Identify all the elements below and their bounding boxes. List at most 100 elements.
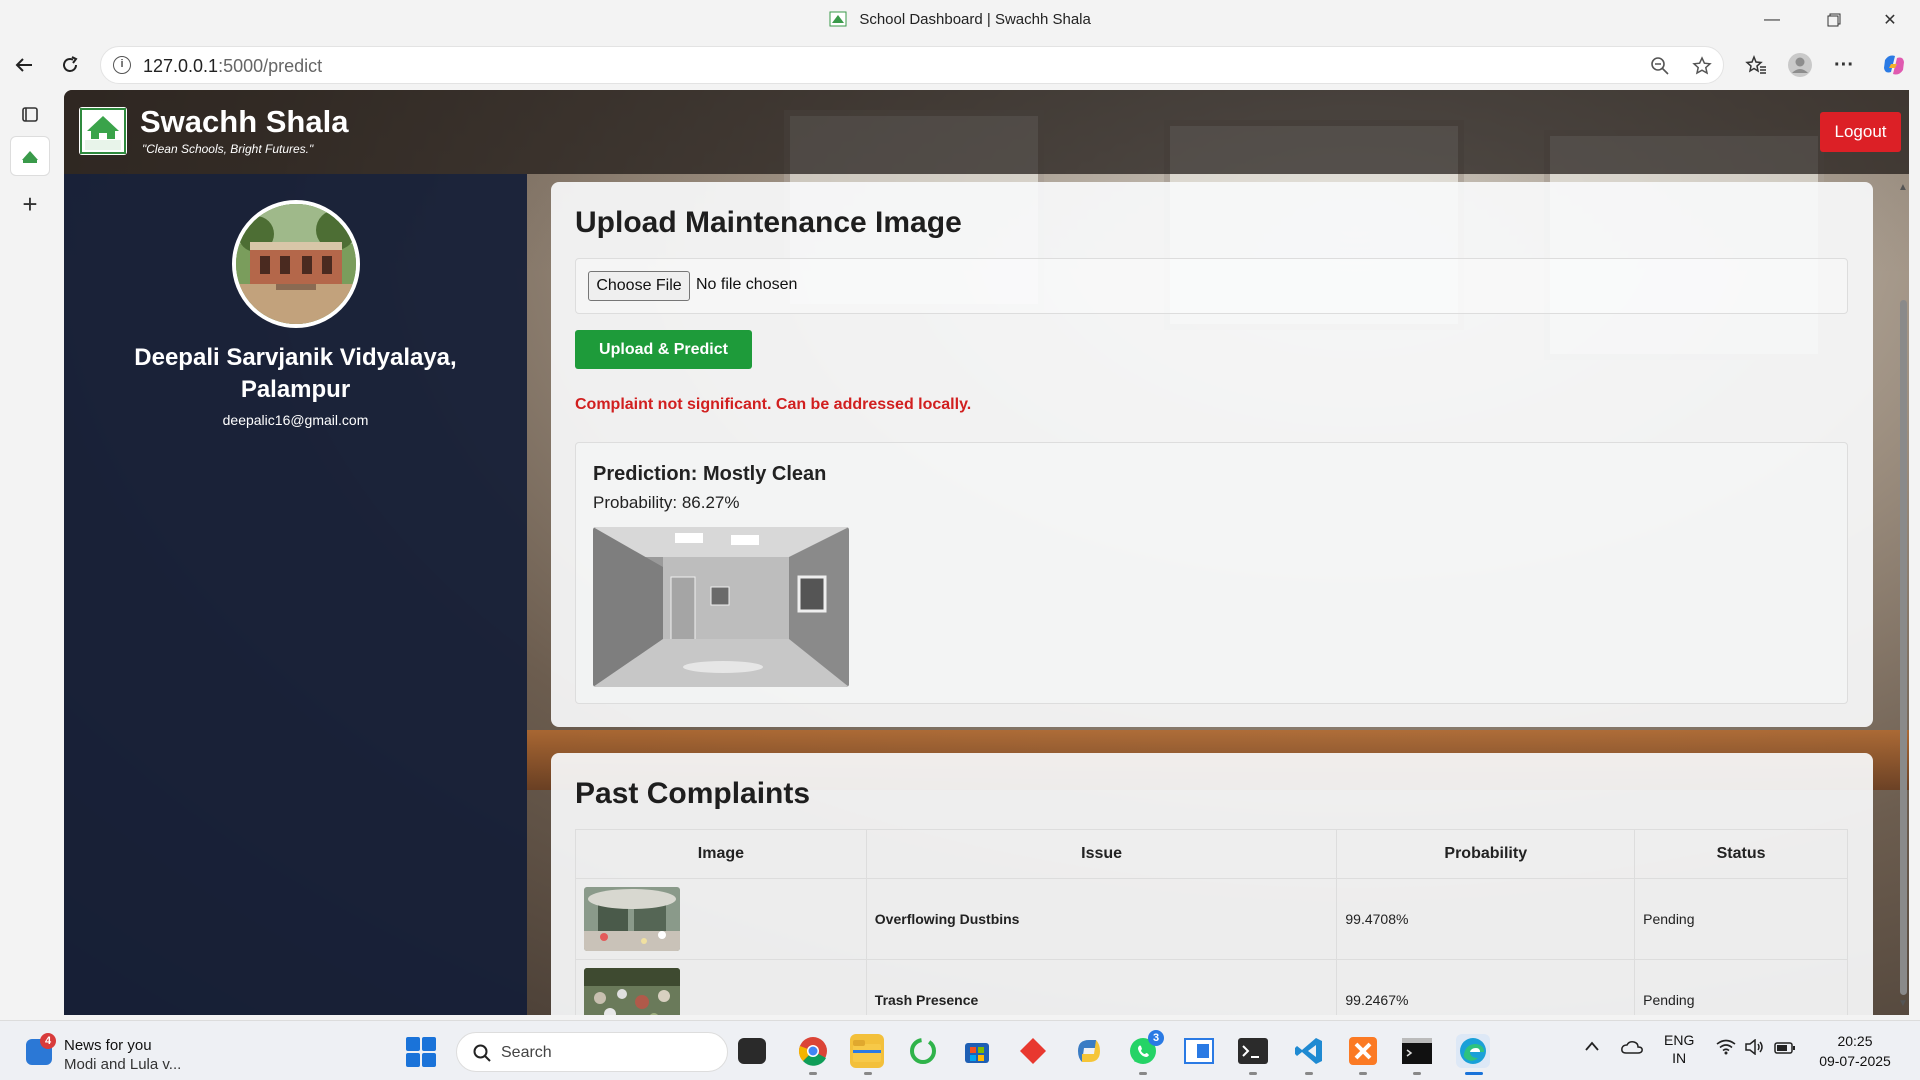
column-header-status: Status bbox=[1634, 829, 1848, 879]
tab-actions-icon[interactable] bbox=[10, 94, 50, 134]
complaint-image-cell bbox=[575, 878, 867, 960]
show-hidden-icons[interactable] bbox=[1584, 1039, 1600, 1055]
school-name: Deepali Sarvjanik Vidyalaya, Palampur bbox=[64, 342, 527, 406]
clock-date: 09-07-2025 bbox=[1819, 1053, 1891, 1069]
page-viewport: Swachh Shala "Clean Schools, Bright Futu… bbox=[64, 90, 1909, 1015]
uploaded-image bbox=[593, 527, 849, 687]
onedrive-icon[interactable] bbox=[1620, 1039, 1644, 1058]
site-favicon bbox=[829, 11, 847, 27]
complaint-thumbnail[interactable] bbox=[584, 887, 680, 951]
command-prompt-icon[interactable] bbox=[1400, 1034, 1434, 1068]
site-brand[interactable]: Swachh Shala bbox=[140, 104, 348, 140]
upload-predict-button[interactable]: Upload & Predict bbox=[575, 330, 752, 369]
region-code: IN bbox=[1672, 1050, 1687, 1066]
column-header-probability: Probability bbox=[1336, 829, 1636, 879]
language-code: ENG bbox=[1664, 1032, 1695, 1048]
site-info-icon[interactable]: i bbox=[113, 56, 131, 74]
git-diamond-icon[interactable] bbox=[1016, 1034, 1050, 1068]
volume-icon[interactable] bbox=[1744, 1038, 1764, 1058]
more-options-icon[interactable]: ··· bbox=[1828, 49, 1860, 81]
site-tagline: "Clean Schools, Bright Futures." bbox=[142, 142, 314, 156]
no-file-text: No file chosen bbox=[696, 276, 798, 293]
news-widget[interactable]: 4 News for you Modi and Lula v... bbox=[20, 1031, 200, 1073]
task-view-icon[interactable] bbox=[738, 1038, 766, 1064]
complaint-issue: Overflowing Dustbins bbox=[865, 878, 1338, 960]
file-explorer-icon[interactable] bbox=[850, 1034, 884, 1068]
overflowing-dustbins-photo bbox=[584, 887, 680, 951]
scroll-up-icon[interactable]: ▲ bbox=[1898, 182, 1908, 193]
clean-room-photo bbox=[593, 527, 849, 687]
news-subtitle: Modi and Lula v... bbox=[64, 1056, 182, 1073]
search-label: Search bbox=[501, 1044, 552, 1061]
chrome-icon[interactable] bbox=[796, 1034, 830, 1068]
url-text[interactable]: 127.0.0.1:5000/predict bbox=[143, 56, 322, 77]
address-bar[interactable]: i 127.0.0.1:5000/predict bbox=[100, 46, 1724, 84]
complaint-thumbnail[interactable] bbox=[584, 968, 680, 1015]
complaint-image-cell bbox=[575, 959, 867, 1015]
taskbar-clock[interactable]: 20:25 09-07-2025 bbox=[1800, 1031, 1910, 1071]
school-name-line1: Deepali Sarvjanik Vidyalaya, bbox=[134, 344, 457, 371]
choose-file-button[interactable]: Choose File bbox=[588, 271, 690, 301]
terminal-icon[interactable] bbox=[1236, 1034, 1270, 1068]
refresh-icon[interactable] bbox=[52, 47, 88, 83]
complaint-status: Pending bbox=[1634, 878, 1848, 960]
copilot-icon[interactable] bbox=[1878, 49, 1910, 81]
search-icon bbox=[473, 1044, 491, 1062]
favorite-star-icon[interactable] bbox=[1691, 55, 1713, 77]
table-row: Overflowing Dustbins 99.4708% Pending bbox=[575, 878, 1848, 960]
past-complaints-card: Past Complaints Image Issue Probability … bbox=[551, 753, 1873, 1015]
column-header-image: Image bbox=[575, 829, 867, 879]
running-indicator bbox=[864, 1072, 872, 1075]
complaints-heading: Past Complaints bbox=[575, 777, 811, 810]
window-title-text: School Dashboard | Swachh Shala bbox=[859, 11, 1091, 28]
status-message: Complaint not significant. Can be addres… bbox=[575, 396, 972, 413]
sync-app-icon[interactable] bbox=[906, 1034, 940, 1068]
page-scrollbar[interactable]: ▲ ▼ bbox=[1897, 180, 1909, 1015]
vscode-icon[interactable] bbox=[1292, 1034, 1326, 1068]
browser-vertical-strip: + bbox=[0, 90, 60, 1019]
school-email: deepalic16@gmail.com bbox=[222, 412, 369, 428]
taskbar-search[interactable]: Search bbox=[456, 1032, 728, 1072]
news-badge: 4 bbox=[40, 1033, 56, 1049]
python-icon[interactable] bbox=[1072, 1034, 1106, 1068]
wifi-icon[interactable] bbox=[1716, 1039, 1736, 1058]
input-language[interactable]: ENG IN bbox=[1664, 1031, 1694, 1067]
browser-toolbar: i 127.0.0.1:5000/predict ··· bbox=[0, 40, 1920, 90]
school-name-line2: Palampur bbox=[240, 376, 351, 403]
profile-avatar-icon[interactable] bbox=[1784, 49, 1816, 81]
scrollbar-thumb[interactable] bbox=[1900, 300, 1907, 995]
zoom-out-icon[interactable] bbox=[1649, 55, 1671, 77]
microsoft-store-icon[interactable] bbox=[960, 1034, 994, 1068]
close-icon[interactable]: ✕ bbox=[1862, 0, 1918, 40]
battery-icon[interactable] bbox=[1774, 1041, 1796, 1057]
school-profile-panel: Deepali Sarvjanik Vidyalaya, Palampur de… bbox=[64, 174, 527, 1015]
site-logo[interactable] bbox=[79, 107, 127, 155]
edge-icon[interactable] bbox=[1456, 1034, 1490, 1068]
school-logo-icon bbox=[80, 108, 126, 154]
new-tab-icon[interactable]: + bbox=[10, 184, 50, 224]
file-input[interactable]: Choose File No file chosen bbox=[575, 258, 1848, 314]
table-header-row: Image Issue Probability Status bbox=[575, 829, 1848, 879]
active-tab-favicon[interactable] bbox=[10, 136, 50, 176]
xampp-icon[interactable] bbox=[1346, 1034, 1380, 1068]
minimize-icon[interactable]: — bbox=[1744, 0, 1800, 40]
favorites-icon[interactable] bbox=[1740, 49, 1772, 81]
news-title: News for you bbox=[64, 1037, 152, 1054]
running-indicator bbox=[1249, 1072, 1257, 1075]
back-icon[interactable] bbox=[6, 47, 42, 83]
school-building-photo bbox=[236, 204, 356, 324]
trash-presence-photo bbox=[584, 968, 680, 1015]
whatsapp-icon[interactable]: 3 bbox=[1126, 1030, 1164, 1068]
complaint-status: Pending bbox=[1634, 959, 1848, 1015]
prediction-label: Prediction: Mostly Clean bbox=[593, 463, 827, 485]
site-header: Swachh Shala "Clean Schools, Bright Futu… bbox=[64, 90, 1909, 174]
window-app-icon[interactable] bbox=[1182, 1034, 1216, 1068]
scroll-down-icon[interactable]: ▼ bbox=[1898, 998, 1908, 1009]
restore-icon[interactable] bbox=[1806, 0, 1862, 40]
active-indicator bbox=[1465, 1072, 1483, 1075]
running-indicator bbox=[809, 1072, 817, 1075]
start-menu-icon[interactable] bbox=[406, 1037, 436, 1067]
upload-card: Upload Maintenance Image Choose File No … bbox=[551, 182, 1873, 727]
logout-button[interactable]: Logout bbox=[1820, 112, 1901, 152]
table-row: Trash Presence 99.2467% Pending bbox=[575, 959, 1848, 1015]
